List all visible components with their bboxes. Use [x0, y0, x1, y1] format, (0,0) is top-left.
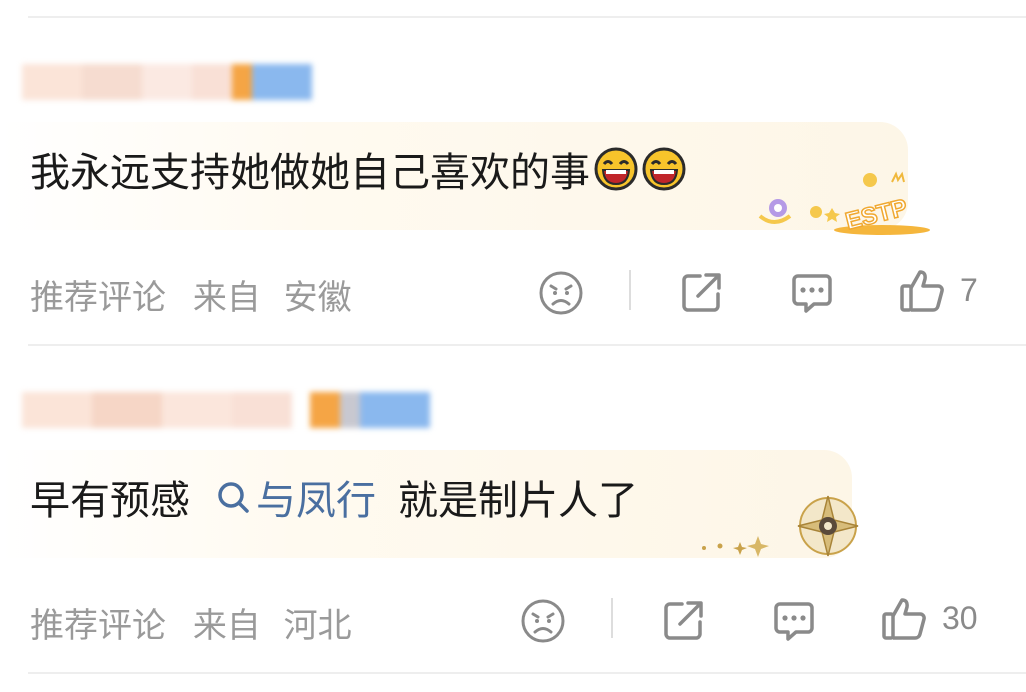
share-button[interactable] [678, 268, 726, 316]
location: 安徽 [283, 278, 352, 318]
comment-text[interactable]: 早有预感 与凤行 就是制片人了 [30, 468, 638, 526]
like-count: 30 [942, 599, 978, 636]
bottom-divider [28, 672, 1026, 674]
laughing-emoji [642, 147, 686, 191]
action-separator [611, 598, 613, 638]
action-separator [629, 270, 631, 310]
comment-meta: 推荐评论 来自 河北 [30, 598, 368, 647]
like-button[interactable]: 7 [898, 266, 978, 314]
thumbs-up-icon [900, 270, 944, 312]
like-count: 7 [960, 271, 978, 308]
estp-badge: ESTP [758, 171, 930, 236]
recommended-tag: 推荐评论 [30, 606, 166, 646]
share-icon [664, 601, 703, 640]
location-prefix: 来自 [192, 278, 261, 318]
location: 河北 [283, 606, 352, 646]
sad-face-icon [521, 599, 565, 643]
blurred-username[interactable] [22, 64, 312, 100]
comment-button[interactable] [788, 268, 836, 316]
comment-icon [774, 602, 814, 641]
like-button[interactable]: 30 [880, 594, 978, 642]
compass-badge [702, 495, 859, 557]
comment-text[interactable]: 我永远支持她做她自己喜欢的事 [30, 140, 686, 198]
dislike-button[interactable] [538, 270, 584, 316]
comment-button[interactable] [770, 596, 818, 644]
comment-body-end: 就是制片人了 [398, 478, 638, 524]
recommended-tag: 推荐评论 [30, 278, 166, 318]
comment-body: 我永远支持她做她自己喜欢的事 [30, 150, 590, 196]
location-prefix: 来自 [192, 606, 261, 646]
share-button[interactable] [660, 596, 708, 644]
comment-icon [792, 274, 832, 313]
topic-link[interactable]: 与凤行 [216, 468, 376, 526]
top-divider [28, 16, 1026, 18]
sad-face-icon [539, 271, 583, 315]
share-icon [682, 273, 721, 312]
topic-label: 与凤行 [256, 478, 376, 524]
dislike-button[interactable] [520, 598, 566, 644]
comment-divider [28, 344, 1026, 346]
laughing-emoji [594, 147, 638, 191]
comment-meta: 推荐评论 来自 安徽 [30, 270, 368, 319]
comment-body-start: 早有预感 [30, 478, 190, 524]
blurred-username[interactable] [22, 392, 430, 428]
thumbs-up-icon [882, 598, 926, 640]
search-icon [218, 482, 249, 513]
